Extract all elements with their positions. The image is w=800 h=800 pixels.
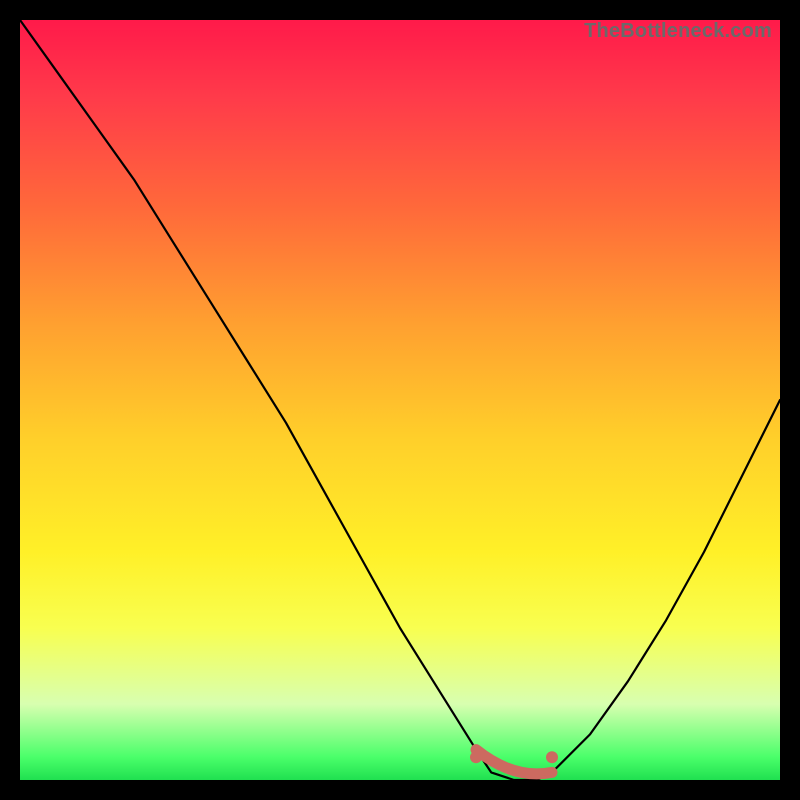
chart-frame: TheBottleneck.com — [0, 0, 800, 800]
plot-area: TheBottleneck.com — [20, 20, 780, 780]
optimal-marker-right — [546, 751, 558, 763]
bottleneck-curve — [20, 20, 780, 780]
optimal-marker-left — [470, 751, 482, 763]
